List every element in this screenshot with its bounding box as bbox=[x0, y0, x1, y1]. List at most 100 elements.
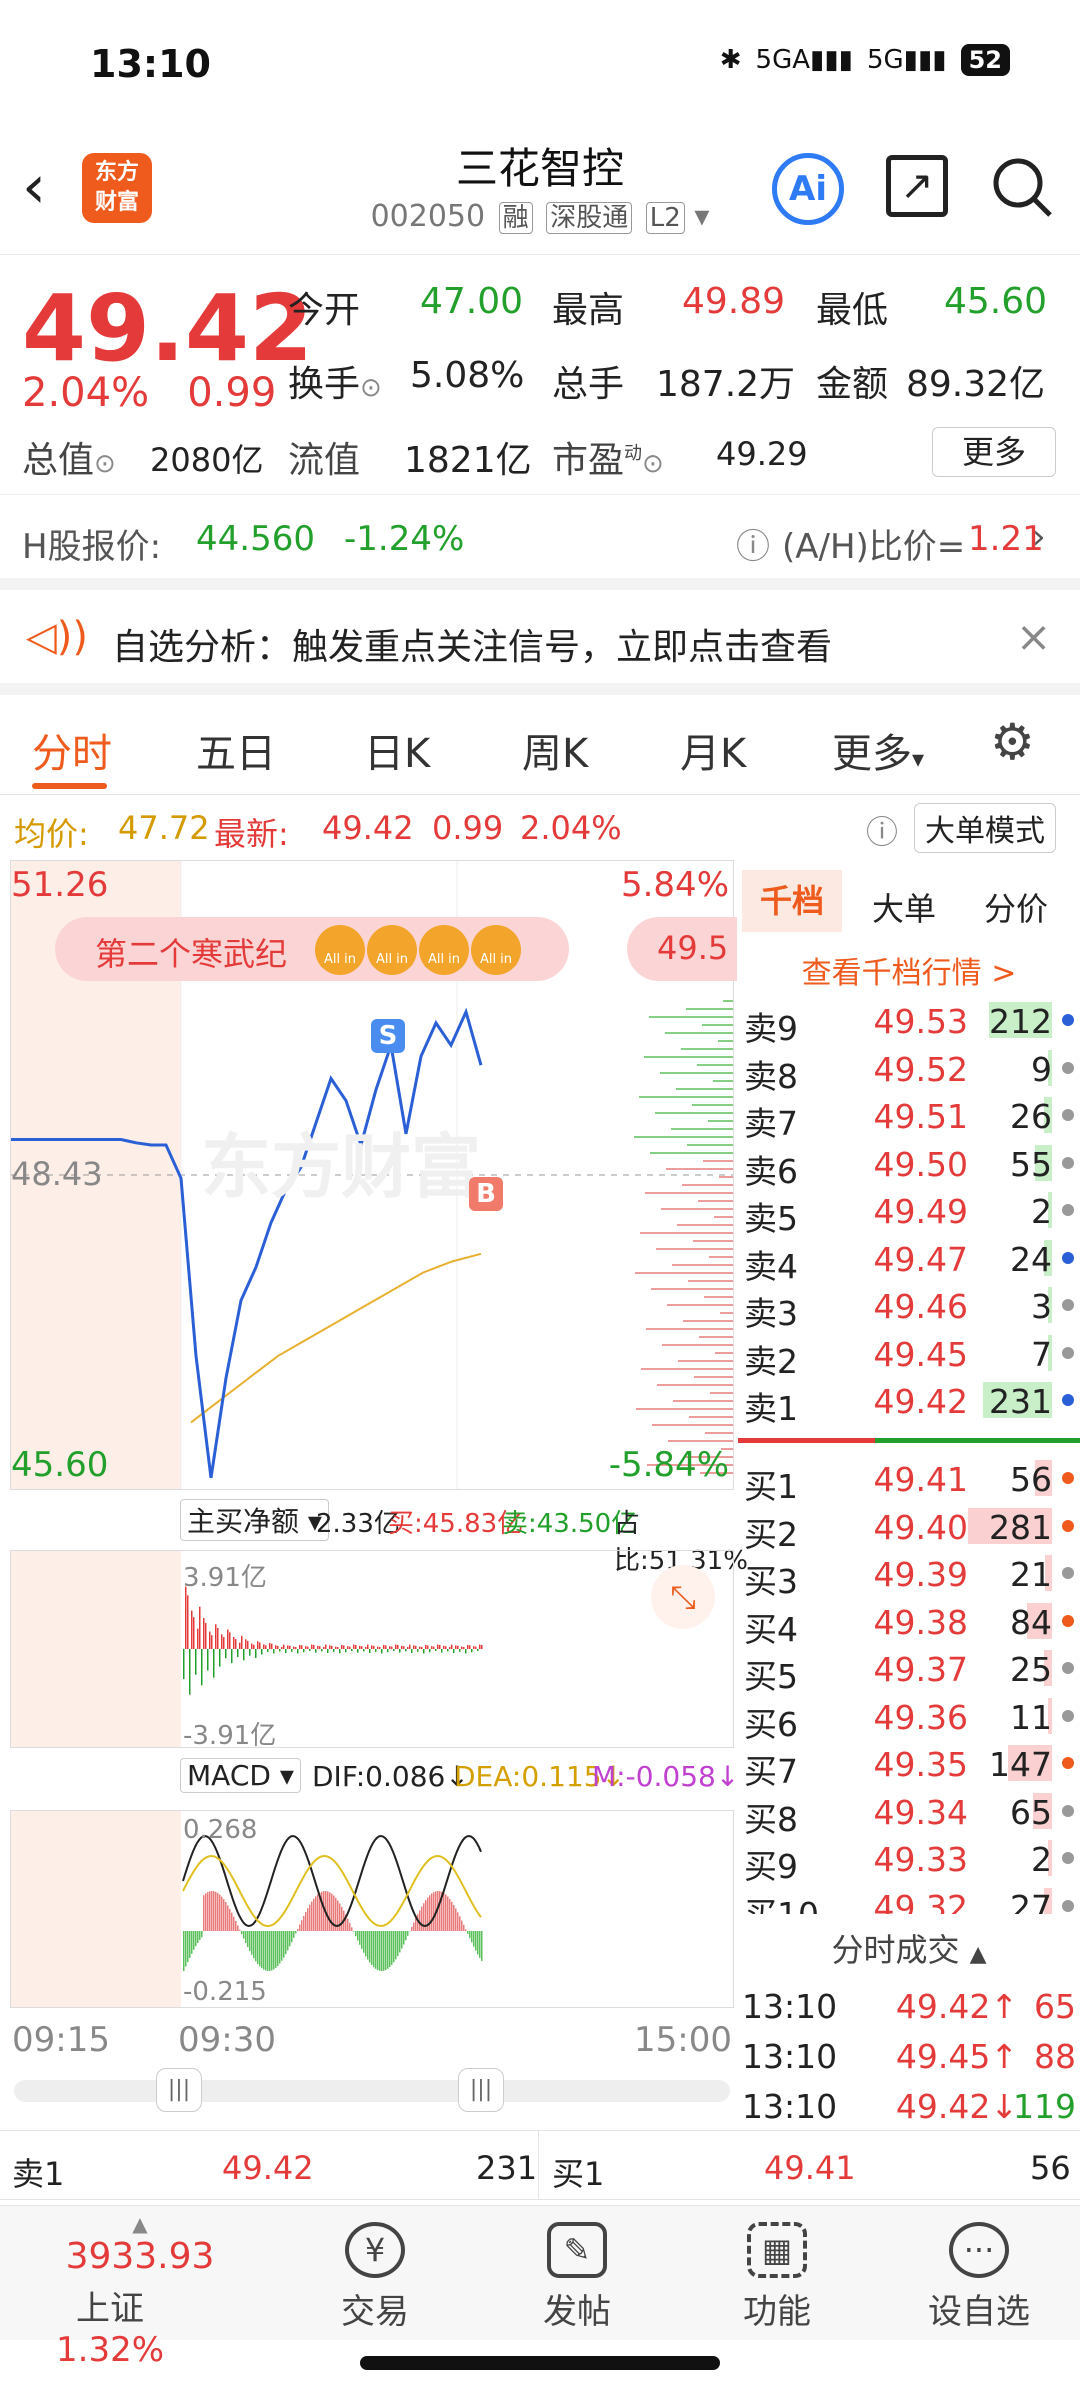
flow-bar bbox=[305, 1646, 307, 1649]
trade-price: 49.42↑ bbox=[895, 1987, 1018, 2026]
bid-row[interactable]: 买4 49.38 84 bbox=[738, 1597, 1080, 1649]
turnover-label[interactable]: 换手⊙ bbox=[288, 355, 382, 407]
ask-row[interactable]: 卖3 49.46 3 bbox=[738, 1281, 1080, 1333]
tab-price-dist[interactable]: 分价 bbox=[984, 884, 1048, 930]
ai-button[interactable]: Ai bbox=[772, 153, 844, 225]
ask-row[interactable]: 卖5 49.49 2 bbox=[738, 1186, 1080, 1238]
bluetooth-icon: ✱ bbox=[719, 45, 742, 75]
promo-banner[interactable]: 第二个寒武纪 All in All in All in All in bbox=[55, 917, 569, 981]
macd-bar bbox=[377, 1931, 379, 1971]
mktcap-label[interactable]: 总值⊙ bbox=[22, 431, 116, 483]
ask-row[interactable]: 卖8 49.52 9 bbox=[738, 1044, 1080, 1096]
nav-post[interactable]: ✎ 发帖 bbox=[512, 2222, 642, 2333]
analysis-alert[interactable]: ◁)) 自选分析：触发重点关注信号，立即点击查看 × bbox=[0, 590, 1080, 695]
tab-thousand-levels[interactable]: 千档 bbox=[742, 870, 842, 932]
macd-bar bbox=[339, 1903, 341, 1931]
flow-selector[interactable]: 主买净额 ▾ bbox=[180, 1499, 329, 1541]
flow-bar bbox=[381, 1649, 383, 1654]
bid-row[interactable]: 买2 49.40 281 bbox=[738, 1502, 1080, 1554]
expand-icon[interactable]: ⤡ bbox=[651, 1565, 715, 1629]
more-button[interactable]: 更多 bbox=[932, 427, 1056, 477]
macd-bottom-label: -0.215 bbox=[183, 1977, 267, 2007]
macd-bar bbox=[331, 1893, 333, 1931]
macd-bar bbox=[285, 1931, 287, 1955]
bid-row[interactable]: 买8 49.34 65 bbox=[738, 1787, 1080, 1839]
bid-row[interactable]: 买10 49.32 27 bbox=[738, 1882, 1080, 1914]
flow-bar bbox=[261, 1649, 263, 1655]
macd-dif: DIF:0.086↓ bbox=[312, 1760, 469, 1793]
settings-gear-icon[interactable]: ⚙ bbox=[990, 713, 1035, 771]
flow-bar bbox=[393, 1649, 395, 1651]
macd-bar bbox=[295, 1931, 297, 1934]
alert-text: 自选分析：触发重点关注信号，立即点击查看 bbox=[112, 627, 833, 668]
flow-top-label: 3.91亿 bbox=[183, 1563, 267, 1593]
flow-bar bbox=[413, 1645, 415, 1649]
macd-selector[interactable]: MACD ▾ bbox=[180, 1758, 301, 1793]
flow-bar bbox=[207, 1649, 209, 1671]
promo-banner-2[interactable]: 49.5 bbox=[627, 917, 737, 981]
flow-bar bbox=[309, 1649, 311, 1651]
tab-5day[interactable]: 五日 bbox=[196, 721, 276, 779]
ask-volume: 9 bbox=[1031, 1049, 1052, 1089]
bid-row[interactable]: 买9 49.33 2 bbox=[738, 1834, 1080, 1886]
macd-bar bbox=[479, 1931, 481, 1958]
bid-row[interactable]: 买1 49.41 56 bbox=[738, 1454, 1080, 1506]
ask-indicator-dot bbox=[1062, 1014, 1074, 1026]
sell-marker[interactable]: S bbox=[371, 1019, 405, 1053]
tick-trades-title[interactable]: 分时成交 ▲ bbox=[738, 1925, 1080, 1971]
nav-trade[interactable]: ¥ 交易 bbox=[310, 2222, 440, 2333]
flow-bar bbox=[419, 1646, 421, 1649]
pe-label[interactable]: 市盈动⊙ bbox=[552, 431, 664, 483]
flow-bar bbox=[445, 1646, 447, 1649]
tab-more[interactable]: 更多▾ bbox=[832, 721, 924, 779]
flow-bar bbox=[279, 1649, 281, 1652]
ask-row[interactable]: 卖6 49.50 55 bbox=[738, 1139, 1080, 1191]
latest-chg: 0.99 bbox=[432, 809, 504, 847]
help-icon[interactable]: ⓘ bbox=[736, 519, 770, 568]
flow-bar bbox=[199, 1606, 201, 1649]
nav-add-watchlist[interactable]: ··· 设自选 bbox=[914, 2222, 1044, 2333]
ask-row[interactable]: 卖2 49.45 7 bbox=[738, 1329, 1080, 1381]
tab-big-orders[interactable]: 大单 bbox=[872, 884, 936, 930]
time-range-slider[interactable] bbox=[14, 2080, 730, 2102]
macd-chart[interactable]: 0.268 -0.215 bbox=[10, 1810, 734, 2008]
bid-row[interactable]: 买3 49.39 21 bbox=[738, 1549, 1080, 1601]
share-icon[interactable]: ↗ bbox=[886, 155, 948, 217]
ask-row[interactable]: 卖4 49.47 24 bbox=[738, 1234, 1080, 1286]
flow-bar bbox=[379, 1647, 381, 1649]
macd-bar bbox=[429, 1895, 431, 1931]
nav-functions[interactable]: ▦ 功能 bbox=[712, 2222, 842, 2333]
macd-bar bbox=[277, 1931, 279, 1966]
view-thousand-levels-link[interactable]: 查看千档行情 > bbox=[738, 948, 1080, 992]
big-order-mode-button[interactable]: 大单模式 bbox=[914, 803, 1056, 853]
tab-monthly[interactable]: 月K bbox=[680, 721, 746, 779]
flow-bar bbox=[443, 1645, 445, 1649]
tab-intraday[interactable]: 分时 bbox=[32, 721, 112, 779]
tab-daily[interactable]: 日K bbox=[364, 721, 430, 779]
slider-handle-right[interactable]: ||| bbox=[458, 2068, 504, 2112]
active-tab-indicator bbox=[32, 783, 107, 789]
flow-bar bbox=[313, 1645, 315, 1649]
bid-row[interactable]: 买7 49.35 147 bbox=[738, 1739, 1080, 1791]
intraday-chart[interactable]: 51.26 48.43 45.60 5.84% -5.84% 东方财富 第二个寒… bbox=[10, 860, 737, 1490]
h-share-row[interactable]: H股报价: 44.560 -1.24% ⓘ (A/H)比价= 1.21 › bbox=[0, 495, 1080, 590]
search-icon[interactable] bbox=[990, 155, 1054, 219]
ask-row[interactable]: 卖9 49.53 212 bbox=[738, 996, 1080, 1048]
macd-bar bbox=[195, 1931, 197, 1947]
index-ticker[interactable]: ▲ 3933.93 上证1.32% bbox=[20, 2212, 260, 2370]
flow-chart[interactable]: 3.91亿 -3.91亿 ⤡ bbox=[10, 1550, 734, 1751]
macd-bar bbox=[265, 1931, 267, 1971]
tab-weekly[interactable]: 周K bbox=[522, 721, 588, 779]
flow-bar bbox=[299, 1645, 301, 1649]
ask-row[interactable]: 卖7 49.51 26 bbox=[738, 1091, 1080, 1143]
buy-marker[interactable]: B bbox=[469, 1177, 503, 1211]
bid-row[interactable]: 买6 49.36 11 bbox=[738, 1692, 1080, 1744]
help-icon-2[interactable]: ⓘ bbox=[866, 807, 898, 853]
bid-price: 49.33 bbox=[873, 1840, 968, 1879]
slider-handle-left[interactable]: ||| bbox=[156, 2068, 202, 2112]
bid-row[interactable]: 买5 49.37 25 bbox=[738, 1644, 1080, 1696]
macd-bar bbox=[275, 1931, 277, 1968]
ask-row[interactable]: 卖1 49.42 231 bbox=[738, 1376, 1080, 1428]
h-share-pct: -1.24% bbox=[344, 519, 465, 559]
close-icon[interactable]: × bbox=[1016, 612, 1051, 661]
